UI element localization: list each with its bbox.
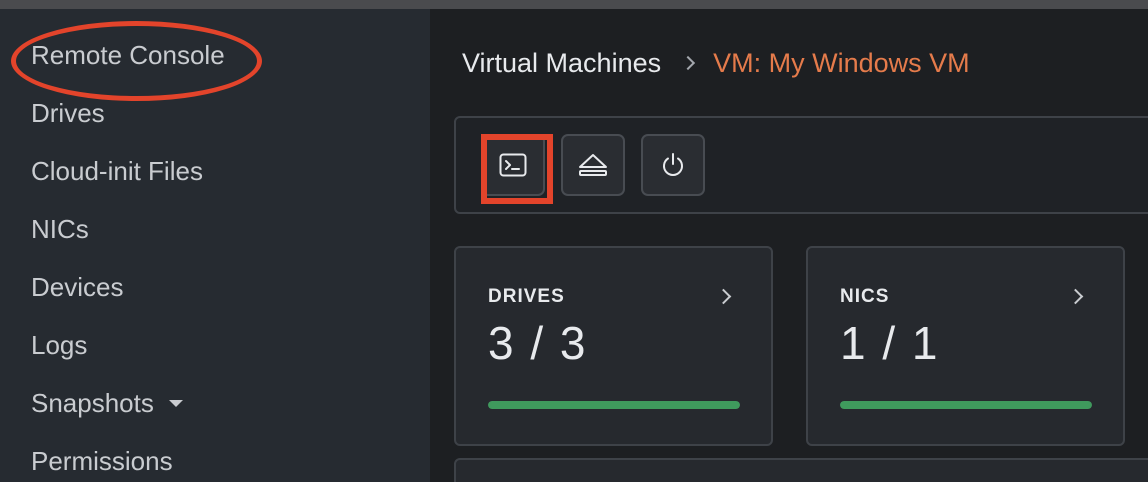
vm-action-toolbar: [454, 116, 1148, 214]
sidebar-item-label: Snapshots: [31, 388, 154, 418]
sidebar-item-drives[interactable]: Drives: [31, 93, 105, 133]
chevron-right-icon: [715, 288, 732, 305]
sidebar-item-devices[interactable]: Devices: [31, 267, 123, 307]
sidebar-item-remote-console[interactable]: Remote Console: [31, 35, 225, 75]
sidebar-item-nics[interactable]: NICs: [31, 209, 89, 249]
card-value: 3 / 3: [488, 317, 588, 369]
progress-bar-fill: [488, 401, 740, 409]
card-label: NICS: [840, 286, 890, 307]
progress-bar-fill: [840, 401, 1092, 409]
sidebar: Remote Console Drives Cloud-init Files N…: [0, 9, 430, 482]
breadcrumb-root-link[interactable]: Virtual Machines: [462, 48, 661, 79]
power-icon: [663, 153, 683, 176]
power-button[interactable]: [641, 134, 705, 196]
window-top-strip: [0, 0, 1148, 9]
chevron-right-icon: [681, 55, 696, 71]
breadcrumb-current: VM: My Windows VM: [713, 47, 970, 78]
lower-panel: [454, 458, 1148, 482]
remote-console-button[interactable]: [481, 134, 545, 196]
eject-button[interactable]: [561, 134, 625, 196]
sidebar-item-snapshots[interactable]: Snapshots: [31, 383, 184, 423]
sidebar-item-logs[interactable]: Logs: [31, 325, 87, 365]
sidebar-item-label: Devices: [31, 272, 124, 302]
breadcrumb: Virtual Machines VM: My Windows VM: [462, 43, 970, 83]
sidebar-item-cloud-init-files[interactable]: Cloud-init Files: [31, 151, 203, 191]
card-value: 1 / 1: [840, 317, 940, 369]
main-content: Virtual Machines VM: My Windows VM DRIVE…: [430, 9, 1148, 482]
progress-bar: [488, 401, 740, 409]
sidebar-item-label: Cloud-init Files: [31, 156, 203, 186]
chevron-right-icon: [1067, 288, 1084, 305]
card-label: DRIVES: [488, 286, 565, 307]
caret-down-icon: [169, 399, 184, 407]
eject-icon: [579, 154, 607, 176]
drives-summary-card[interactable]: DRIVES 3 / 3: [454, 246, 773, 446]
sidebar-item-label: NICs: [31, 214, 89, 244]
sidebar-item-label: Logs: [31, 330, 88, 360]
nics-summary-card[interactable]: NICS 1 / 1: [806, 246, 1125, 446]
progress-bar: [840, 401, 1092, 409]
sidebar-item-label: Remote Console: [31, 40, 225, 70]
terminal-icon: [499, 153, 527, 177]
sidebar-item-label: Drives: [31, 98, 105, 128]
sidebar-item-label: Permissions: [31, 446, 173, 476]
sidebar-item-permissions[interactable]: Permissions: [31, 441, 173, 481]
